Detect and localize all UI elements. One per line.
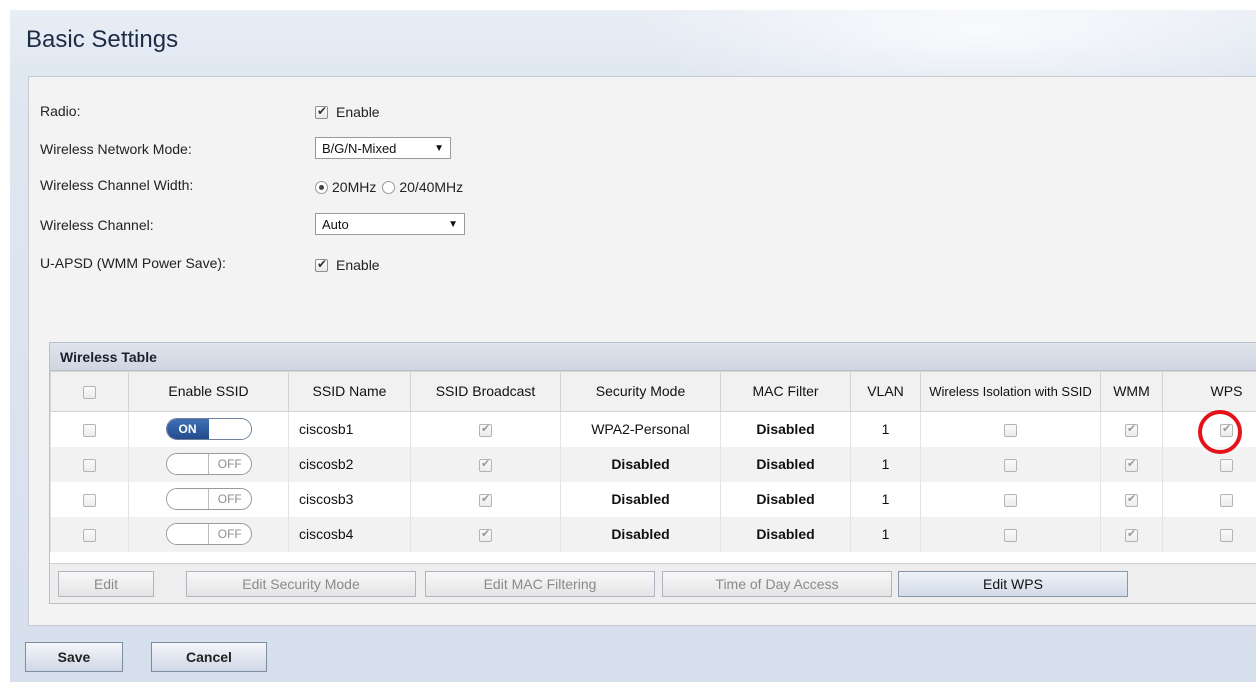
col-vlan: VLAN: [850, 371, 921, 412]
settings-panel: Radio: Enable Wireless Network Mode: B/G…: [28, 76, 1256, 626]
channel-width-2040-radio[interactable]: [382, 180, 396, 194]
table-row: OFF ciscosb2 Disabled Disabled 1: [50, 446, 1256, 482]
uapsd-enable-checkbox[interactable]: [315, 257, 328, 272]
col-security-mode: Security Mode: [560, 371, 721, 412]
channel-width-2040-label: 20/40MHz: [399, 179, 464, 195]
col-ssid-name: SSID Name: [288, 371, 411, 412]
toggle-label: OFF: [208, 489, 251, 509]
col-ssid-broadcast: SSID Broadcast: [410, 371, 561, 412]
wmm-checkbox: [1125, 422, 1138, 438]
wps-checkbox: [1220, 528, 1233, 542]
dropdown-arrow-icon: ▼: [448, 218, 458, 230]
network-mode-value: B/G/N-Mixed: [322, 140, 397, 156]
enable-ssid-toggle[interactable]: OFF: [165, 523, 252, 545]
col-enable-ssid: Enable SSID: [128, 371, 289, 412]
dropdown-arrow-icon: ▼: [434, 142, 444, 154]
radio-label: Radio:: [40, 103, 81, 119]
uapsd-label: U-APSD (WMM Power Save):: [40, 255, 226, 271]
table-header-row: Enable SSID SSID Name SSID Broadcast Sec…: [50, 371, 1256, 412]
edit-button[interactable]: Edit: [58, 571, 154, 597]
channel-label: Wireless Channel:: [40, 217, 154, 233]
enable-ssid-toggle[interactable]: OFF: [165, 453, 252, 475]
vlan: 1: [850, 481, 921, 517]
ssid-broadcast-checkbox: [479, 422, 492, 438]
uapsd-enable-label: Enable: [336, 257, 380, 273]
row-select-checkbox[interactable]: [83, 493, 96, 507]
ssid-broadcast-checkbox: [479, 457, 492, 472]
wmm-checkbox: [1125, 457, 1138, 472]
settings-page: Basic Settings Radio: Enable Wireless Ne…: [10, 10, 1256, 682]
wireless-table-title: Wireless Table: [50, 343, 1256, 371]
vlan: 1: [850, 411, 921, 447]
wmm-checkbox: [1125, 527, 1138, 542]
channel-select[interactable]: Auto ▼: [315, 213, 465, 235]
mac-filter: Disabled: [720, 516, 851, 552]
wps-checkbox: [1220, 458, 1233, 472]
isolation-checkbox: [1004, 528, 1017, 542]
col-wmm: WMM: [1100, 371, 1163, 412]
ssid-name: ciscosb3: [288, 481, 411, 517]
row-select-checkbox[interactable]: [83, 528, 96, 542]
wireless-table-panel: Wireless Table Enable SSID SSID Name SSI…: [49, 342, 1256, 604]
wps-checkbox: [1220, 493, 1233, 507]
wmm-checkbox: [1125, 492, 1138, 507]
network-mode-select[interactable]: B/G/N-Mixed ▼: [315, 137, 451, 159]
mac-filter: Disabled: [720, 481, 851, 517]
cancel-button[interactable]: Cancel: [151, 642, 267, 672]
col-mac-filter: MAC Filter: [720, 371, 851, 412]
ssid-broadcast-checkbox: [479, 527, 492, 542]
enable-ssid-toggle[interactable]: ON: [165, 418, 252, 441]
vlan: 1: [850, 446, 921, 482]
isolation-checkbox: [1004, 458, 1017, 472]
radio-enable-checkbox[interactable]: [315, 104, 328, 119]
ssid-name: ciscosb1: [288, 411, 411, 447]
radio-enable-control[interactable]: Enable: [315, 104, 380, 120]
security-mode: Disabled: [560, 446, 721, 482]
toggle-label: OFF: [208, 454, 251, 474]
ssid-broadcast-checkbox: [479, 492, 492, 507]
col-wps: WPS: [1162, 371, 1256, 412]
vlan: 1: [850, 516, 921, 552]
wireless-table: Enable SSID SSID Name SSID Broadcast Sec…: [50, 371, 1256, 552]
table-row: OFF ciscosb3 Disabled Disabled 1: [50, 481, 1256, 517]
isolation-checkbox: [1004, 493, 1017, 507]
security-mode: Disabled: [560, 516, 721, 552]
uapsd-enable-control[interactable]: Enable: [315, 257, 380, 273]
mac-filter: Disabled: [720, 411, 851, 447]
security-mode: Disabled: [560, 481, 721, 517]
time-of-day-access-button[interactable]: Time of Day Access: [662, 571, 892, 597]
toggle-label: ON: [166, 419, 209, 440]
select-all-checkbox[interactable]: [83, 385, 96, 399]
channel-value: Auto: [322, 216, 349, 232]
page-title: Basic Settings: [26, 26, 179, 53]
ssid-name: ciscosb2: [288, 446, 411, 482]
network-mode-label: Wireless Network Mode:: [40, 141, 192, 157]
table-row: OFF ciscosb4 Disabled Disabled 1: [50, 516, 1256, 552]
ssid-name: ciscosb4: [288, 516, 411, 552]
table-row: ON ciscosb1 WPA2-Personal Disabled 1: [50, 411, 1256, 447]
channel-width-label: Wireless Channel Width:: [40, 177, 194, 193]
channel-width-20-radio[interactable]: [315, 180, 328, 194]
highlight-circle: [1198, 410, 1242, 454]
edit-security-mode-button[interactable]: Edit Security Mode: [186, 571, 416, 597]
row-select-checkbox[interactable]: [83, 458, 96, 472]
col-wireless-isolation: Wireless Isolation with SSID: [920, 371, 1101, 412]
radio-enable-label: Enable: [336, 104, 380, 120]
row-select-checkbox[interactable]: [83, 424, 96, 438]
edit-mac-filtering-button[interactable]: Edit MAC Filtering: [425, 571, 655, 597]
edit-wps-button[interactable]: Edit WPS: [898, 571, 1128, 597]
toggle-label: OFF: [208, 524, 251, 544]
save-button[interactable]: Save: [25, 642, 123, 672]
isolation-checkbox: [1004, 424, 1017, 438]
channel-width-options: 20MHz 20/40MHz: [315, 179, 463, 195]
security-mode: WPA2-Personal: [560, 411, 721, 447]
table-button-bar: Edit Edit Security Mode Edit MAC Filteri…: [50, 563, 1256, 603]
mac-filter: Disabled: [720, 446, 851, 482]
enable-ssid-toggle[interactable]: OFF: [165, 488, 252, 510]
channel-width-20-label: 20MHz: [332, 179, 377, 195]
